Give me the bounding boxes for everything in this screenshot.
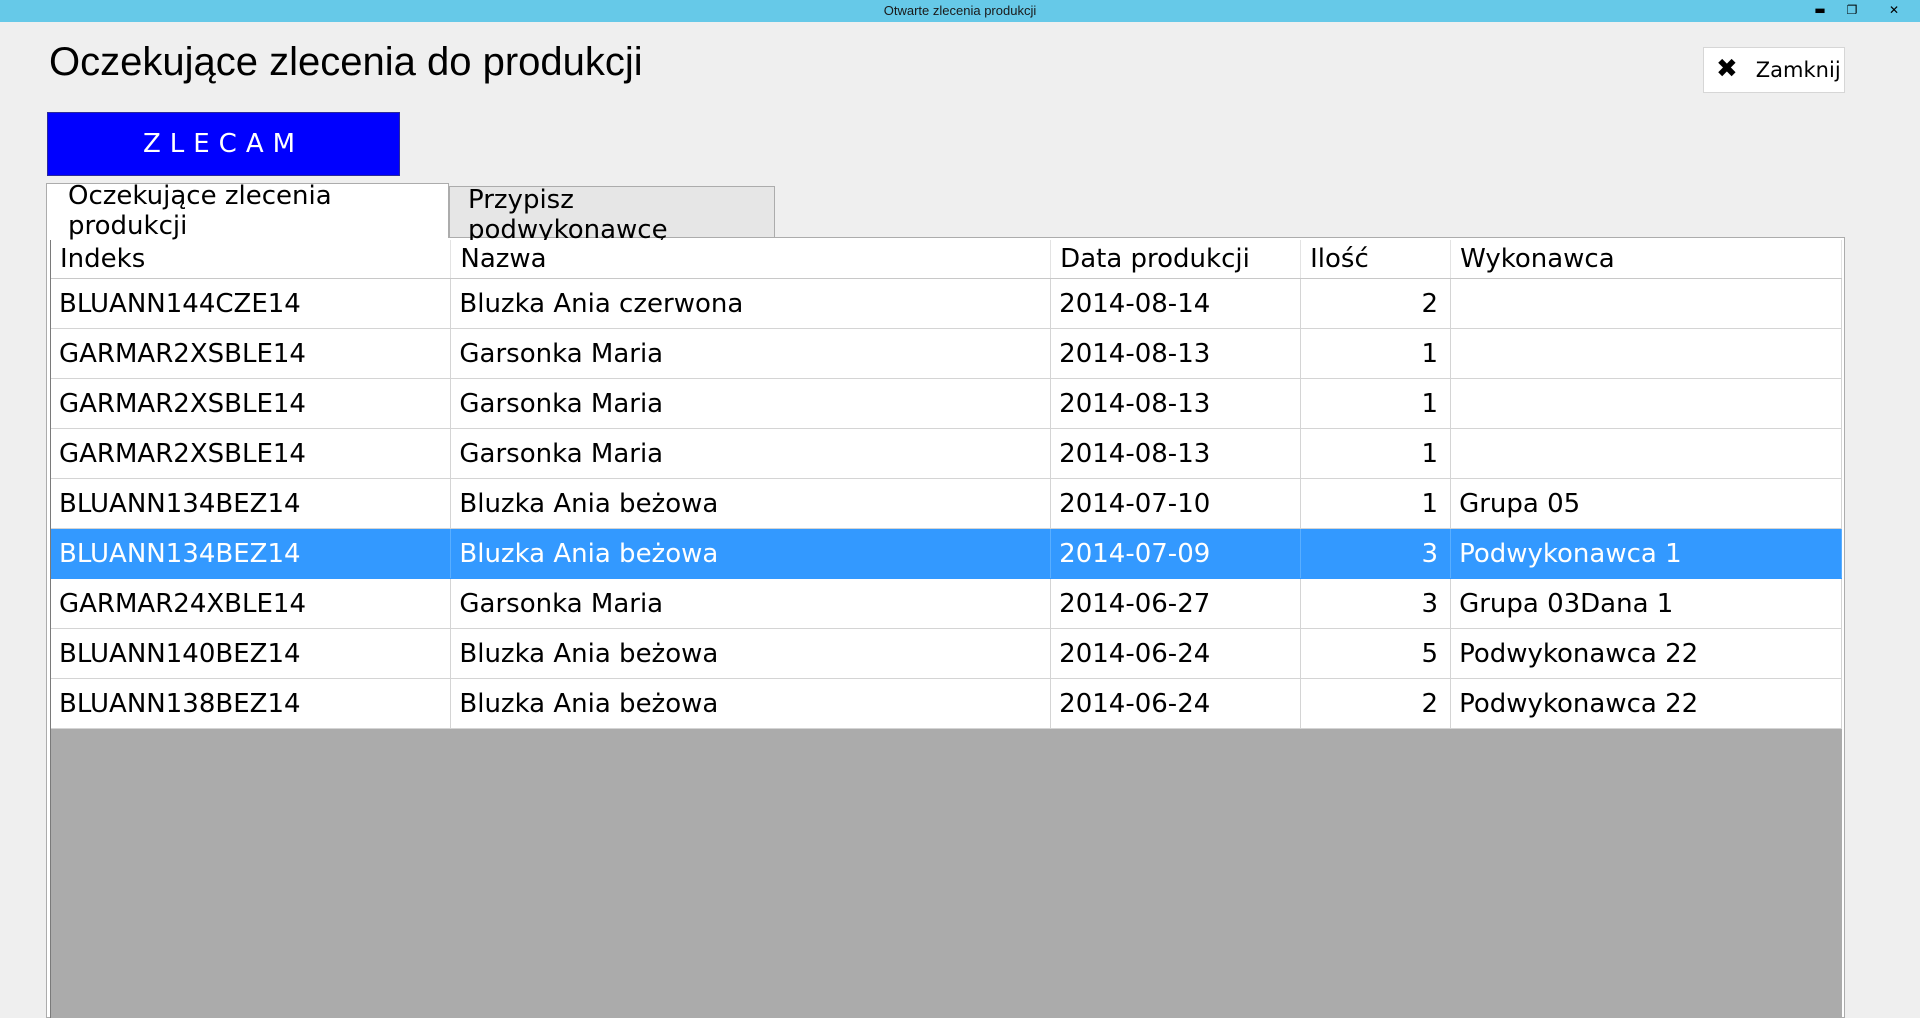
cell-indeks[interactable]: GARMAR24XBLE14 bbox=[51, 578, 452, 629]
table-row[interactable]: BLUANN140BEZ14 Bluzka Ania beżowa 2014-06-… bbox=[51, 628, 1842, 679]
table-row[interactable]: GARMAR2XSBLE14 Garsonka Maria 2014-08-13 1 bbox=[51, 328, 1842, 379]
column-header-nazwa[interactable]: Nazwa bbox=[450, 240, 1052, 279]
cell-ilosc[interactable]: 1 bbox=[1300, 378, 1452, 429]
cell-ilosc[interactable]: 2 bbox=[1300, 278, 1452, 329]
cell-data-produkcji[interactable]: 2014-06-24 bbox=[1050, 678, 1302, 729]
table-row[interactable]: BLUANN138BEZ14 Bluzka Ania beżowa 2014-06-… bbox=[51, 678, 1842, 729]
cell-ilosc[interactable]: 1 bbox=[1300, 428, 1452, 479]
close-button[interactable]: ✖ Zamknij bbox=[1703, 47, 1845, 93]
cell-nazwa[interactable]: Bluzka Ania beżowa bbox=[450, 628, 1052, 679]
cell-data-produkcji[interactable]: 2014-06-27 bbox=[1050, 578, 1302, 629]
cell-wykonawca[interactable]: Podwykonawca 22 bbox=[1450, 628, 1842, 679]
tab-przypisz-podwykonawce[interactable]: Przypisz podwykonawcę bbox=[449, 185, 775, 245]
cell-nazwa[interactable]: Bluzka Ania beżowa bbox=[450, 678, 1052, 729]
cell-nazwa[interactable]: Bluzka Ania beżowa bbox=[450, 528, 1052, 579]
cell-data-produkcji[interactable]: 2014-08-14 bbox=[1050, 278, 1302, 329]
orders-grid[interactable]: Indeks Nazwa Data produkcji Ilość Wykona… bbox=[50, 240, 1842, 1018]
cell-wykonawca[interactable]: Grupa 05 bbox=[1450, 478, 1842, 529]
cell-wykonawca[interactable]: Podwykonawca 22 bbox=[1450, 678, 1842, 729]
tab-oczekujace-zlecenia[interactable]: Oczekujące zlecenia produkcji bbox=[46, 181, 449, 241]
window-title: Otwarte zlecenia produkcji bbox=[883, 3, 1037, 18]
cell-ilosc[interactable]: 2 bbox=[1300, 678, 1452, 729]
cell-nazwa[interactable]: Bluzka Ania czerwona bbox=[450, 278, 1052, 329]
cell-nazwa[interactable]: Garsonka Maria bbox=[450, 428, 1052, 479]
cell-indeks[interactable]: BLUANN134BEZ14 bbox=[51, 528, 452, 579]
cell-data-produkcji[interactable]: 2014-07-09 bbox=[1050, 528, 1302, 579]
cell-data-produkcji[interactable]: 2014-08-13 bbox=[1050, 428, 1302, 479]
table-row[interactable]: GARMAR2XSBLE14 Garsonka Maria 2014-08-13 1 bbox=[51, 378, 1842, 429]
cell-wykonawca[interactable]: Podwykonawca 1 bbox=[1450, 528, 1842, 579]
cell-wykonawca[interactable] bbox=[1450, 428, 1842, 479]
cell-wykonawca[interactable] bbox=[1450, 328, 1842, 379]
cell-wykonawca[interactable]: Grupa 03Dana 1 bbox=[1450, 578, 1842, 629]
minimize-icon[interactable]: ▬ bbox=[1804, 0, 1836, 19]
cell-indeks[interactable]: BLUANN138BEZ14 bbox=[51, 678, 452, 729]
table-row[interactable]: GARMAR2XSBLE14 Garsonka Maria 2014-08-13 1 bbox=[51, 428, 1842, 479]
restore-icon[interactable]: ❐ bbox=[1836, 0, 1868, 19]
cell-indeks[interactable]: BLUANN144CZE14 bbox=[51, 278, 452, 329]
cell-ilosc[interactable]: 5 bbox=[1300, 628, 1452, 679]
cell-ilosc[interactable]: 1 bbox=[1300, 328, 1452, 379]
orders-table: Indeks Nazwa Data produkcji Ilość Wykona… bbox=[51, 240, 1842, 729]
cell-data-produkcji[interactable]: 2014-07-10 bbox=[1050, 478, 1302, 529]
column-header-indeks[interactable]: Indeks bbox=[51, 240, 452, 279]
cell-data-produkcji[interactable]: 2014-06-24 bbox=[1050, 628, 1302, 679]
zlecam-button[interactable]: ZLECAM bbox=[47, 112, 400, 176]
cell-wykonawca[interactable] bbox=[1450, 278, 1842, 329]
cell-indeks[interactable]: GARMAR2XSBLE14 bbox=[51, 428, 452, 479]
cell-nazwa[interactable]: Garsonka Maria bbox=[450, 578, 1052, 629]
cell-data-produkcji[interactable]: 2014-08-13 bbox=[1050, 328, 1302, 379]
column-header-data-produkcji[interactable]: Data produkcji bbox=[1050, 240, 1302, 279]
close-button-label: Zamknij bbox=[1755, 58, 1841, 82]
cell-wykonawca[interactable] bbox=[1450, 378, 1842, 429]
table-row[interactable]: GARMAR24XBLE14 Garsonka Maria 2014-06-27 3 G… bbox=[51, 578, 1842, 629]
close-icon: ✖ bbox=[1716, 54, 1738, 84]
table-row[interactable]: BLUANN134BEZ14 Bluzka Ania beżowa 2014-07-… bbox=[51, 528, 1842, 579]
cell-data-produkcji[interactable]: 2014-08-13 bbox=[1050, 378, 1302, 429]
page-title: Oczekujące zlecenia do produkcji bbox=[49, 40, 643, 84]
window-controls: ▬ ❐ ✕ bbox=[1804, 0, 1920, 19]
cell-indeks[interactable]: BLUANN140BEZ14 bbox=[51, 628, 452, 679]
cell-ilosc[interactable]: 1 bbox=[1300, 478, 1452, 529]
table-row[interactable]: BLUANN144CZE14 Bluzka Ania czerwona 2014-0… bbox=[51, 278, 1842, 329]
table-body: BLUANN144CZE14 Bluzka Ania czerwona 2014-0… bbox=[51, 278, 1842, 729]
table-header-row: Indeks Nazwa Data produkcji Ilość Wykona… bbox=[51, 240, 1842, 279]
column-header-wykonawca[interactable]: Wykonawca bbox=[1450, 240, 1842, 279]
window-close-icon[interactable]: ✕ bbox=[1868, 0, 1920, 19]
cell-indeks[interactable]: GARMAR2XSBLE14 bbox=[51, 378, 452, 429]
cell-ilosc[interactable]: 3 bbox=[1300, 578, 1452, 629]
table-row[interactable]: BLUANN134BEZ14 Bluzka Ania beżowa 2014-07-… bbox=[51, 478, 1842, 529]
cell-indeks[interactable]: BLUANN134BEZ14 bbox=[51, 478, 452, 529]
window-titlebar: Otwarte zlecenia produkcji ▬ ❐ ✕ bbox=[0, 0, 1920, 22]
cell-ilosc[interactable]: 3 bbox=[1300, 528, 1452, 579]
cell-nazwa[interactable]: Bluzka Ania beżowa bbox=[450, 478, 1052, 529]
column-header-ilosc[interactable]: Ilość bbox=[1300, 240, 1452, 279]
cell-nazwa[interactable]: Garsonka Maria bbox=[450, 378, 1052, 429]
cell-indeks[interactable]: GARMAR2XSBLE14 bbox=[51, 328, 452, 379]
cell-nazwa[interactable]: Garsonka Maria bbox=[450, 328, 1052, 379]
